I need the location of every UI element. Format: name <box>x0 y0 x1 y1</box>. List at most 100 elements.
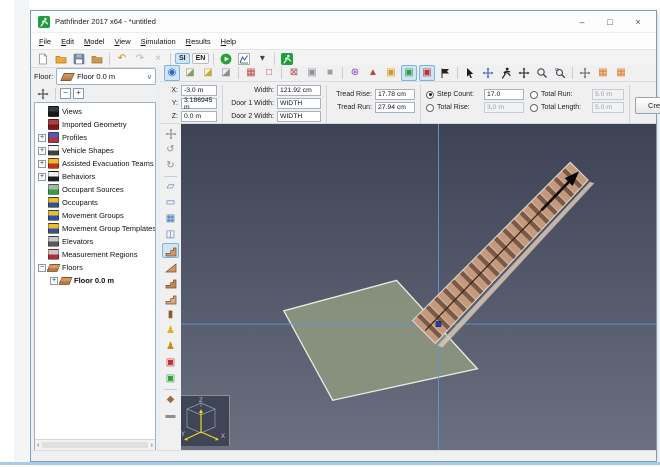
rotate-view-icon[interactable]: ↺ <box>162 142 179 157</box>
show-occupants-icon[interactable]: ▣ <box>401 65 417 81</box>
tree-item-vehicle-shapes[interactable]: +Vehicle Shapes <box>38 144 155 157</box>
orbit-view-icon[interactable]: ◉ <box>164 65 180 81</box>
move-to-floor-icon[interactable] <box>35 86 51 102</box>
background-image-tool-icon[interactable]: ▦ <box>162 211 179 226</box>
floor-view-icon[interactable]: ◪ <box>200 65 216 81</box>
wireframe-mode-icon[interactable]: ▦ <box>243 65 259 81</box>
x-field[interactable]: -3.0 m <box>181 85 217 96</box>
viewport-canvas[interactable] <box>181 124 656 451</box>
expand-icon[interactable]: + <box>38 134 46 142</box>
tree-item-behaviors[interactable]: +Behaviors <box>38 170 155 183</box>
maximize-button[interactable]: □ <box>596 13 624 30</box>
axis-gizmo[interactable]: Z X Y <box>181 395 230 446</box>
pan-tool-icon[interactable] <box>516 65 532 81</box>
si-units-button[interactable]: SI <box>175 53 190 64</box>
orbit-tool-icon[interactable] <box>480 65 496 81</box>
escalator-tool-icon[interactable] <box>162 275 179 290</box>
obstruction-box-tool-icon[interactable]: ◫ <box>162 227 179 242</box>
snap-to-points-icon[interactable] <box>577 65 593 81</box>
tree-item-occupant-sources[interactable]: Occupant Sources <box>38 183 155 196</box>
select-tool-icon[interactable] <box>462 65 478 81</box>
tree-item-floors[interactable]: −Floors <box>38 261 155 274</box>
total-run-field[interactable]: 5.0 m <box>592 89 624 100</box>
show-hidden-icon[interactable]: ▣ <box>304 65 320 81</box>
tread-run-field[interactable]: 27.94 cm <box>375 102 415 113</box>
step-count-field[interactable]: 17.0 <box>484 89 524 100</box>
thin-wall-tool-icon[interactable]: ▬ <box>162 408 179 423</box>
door2-width-field[interactable]: WIDTH <box>277 111 321 122</box>
solid-mode-icon[interactable]: □ <box>261 65 277 81</box>
close-button[interactable]: × <box>624 13 652 30</box>
tree-item-views[interactable]: Views <box>38 105 155 118</box>
step-count-radio[interactable] <box>426 91 434 99</box>
pan-view-icon[interactable] <box>162 126 179 141</box>
show-measurement-regions-icon[interactable]: ▣ <box>419 65 435 81</box>
z-field[interactable]: 0.0 m <box>181 111 217 122</box>
viewport-3d[interactable]: Z X Y <box>181 124 656 451</box>
door1-width-field[interactable]: WIDTH <box>277 98 321 109</box>
show-views-icon[interactable] <box>437 65 453 81</box>
scroll-left-icon[interactable]: ‹ <box>37 442 39 449</box>
ramp-tool-icon[interactable] <box>162 259 179 274</box>
room-rectangle-tool-icon[interactable]: ▭ <box>162 195 179 210</box>
expand-icon[interactable]: + <box>50 277 58 285</box>
menu-file[interactable]: File <box>34 35 56 48</box>
occupant-group-tool-icon[interactable]: ♟ <box>162 339 179 354</box>
total-rise-radio[interactable] <box>426 104 434 112</box>
tree-item-profiles[interactable]: +Profiles <box>38 131 155 144</box>
tree-item-elevators[interactable]: Elevators <box>38 235 155 248</box>
stairs-tool-icon[interactable] <box>162 243 179 258</box>
menu-edit[interactable]: Edit <box>56 35 79 48</box>
tree-horizontal-scrollbar[interactable]: ‹ › <box>35 439 155 450</box>
create-button[interactable]: Create <box>635 97 660 114</box>
scrollbar-thumb[interactable] <box>42 442 147 448</box>
roam-view-tool-icon[interactable]: ↻ <box>162 158 179 173</box>
y-field[interactable]: 3.186945 m <box>181 98 217 109</box>
scroll-right-icon[interactable]: › <box>151 442 153 449</box>
minimize-button[interactable]: – <box>568 13 596 30</box>
menu-model[interactable]: Model <box>79 35 109 48</box>
elevator-tool-icon[interactable] <box>162 291 179 306</box>
collapse-icon[interactable]: − <box>38 264 46 272</box>
floor-selector[interactable]: Floor 0.0 m ∨ <box>56 68 156 85</box>
tree-item-measurement-regions[interactable]: Measurement Regions <box>38 248 155 261</box>
en-units-button[interactable]: EN <box>192 53 210 64</box>
expand-icon[interactable]: + <box>38 160 46 168</box>
collapse-all-icon[interactable]: − <box>60 88 71 99</box>
door-tool-icon[interactable]: ▮ <box>162 307 179 322</box>
show-grid-icon[interactable]: ▦ <box>595 65 611 81</box>
zoom-tool-icon[interactable] <box>534 65 550 81</box>
expand-all-icon[interactable]: + <box>73 88 84 99</box>
room-polygon-tool-icon[interactable]: ▱ <box>162 179 179 194</box>
isolate-selection-icon[interactable]: ■ <box>322 65 338 81</box>
menu-results[interactable]: Results <box>181 35 216 48</box>
show-navmesh-icon[interactable]: ⊛ <box>347 65 363 81</box>
expand-icon[interactable]: + <box>38 147 46 155</box>
roam-view-icon[interactable]: ◪ <box>182 65 198 81</box>
show-materials-icon[interactable]: ▣ <box>383 65 399 81</box>
total-run-radio[interactable] <box>530 91 538 99</box>
expand-icon[interactable]: + <box>38 173 46 181</box>
exit-door-tool-icon[interactable]: ▣ <box>162 371 179 386</box>
tree-item-imported-geometry[interactable]: Imported Geometry <box>38 118 155 131</box>
menu-simulation[interactable]: Simulation <box>136 35 181 48</box>
measurement-region-tool-icon[interactable]: ▣ <box>162 355 179 370</box>
tree-item-floor-0.0-m[interactable]: +Floor 0.0 m <box>38 274 155 287</box>
hide-selection-icon[interactable]: ⊠ <box>286 65 302 81</box>
obstruction-tool-icon[interactable]: ◆ <box>162 392 179 407</box>
total-length-field[interactable]: 5.0 m <box>592 102 624 113</box>
tree-item-assisted-evacuation-teams[interactable]: +Assisted Evacuation Teams <box>38 157 155 170</box>
tread-rise-field[interactable]: 17.78 cm <box>375 89 415 100</box>
tree-item-occupants[interactable]: Occupants <box>38 196 155 209</box>
walk-tool-icon[interactable] <box>498 65 514 81</box>
zoom-extents-icon[interactable] <box>552 65 568 81</box>
menu-view[interactable]: View <box>109 35 135 48</box>
reset-view-icon[interactable]: ◪ <box>218 65 234 81</box>
occupant-tool-icon[interactable]: ♟ <box>162 323 179 338</box>
width-field[interactable]: 121.92 cm <box>277 85 321 96</box>
grid-snap-icon[interactable]: ▦ <box>613 65 629 81</box>
menu-help[interactable]: Help <box>216 35 241 48</box>
show-imported-geometry-icon[interactable]: ▲ <box>365 65 381 81</box>
tree-item-movement-group-templates[interactable]: Movement Group Templates <box>38 222 155 235</box>
total-length-radio[interactable] <box>530 104 538 112</box>
